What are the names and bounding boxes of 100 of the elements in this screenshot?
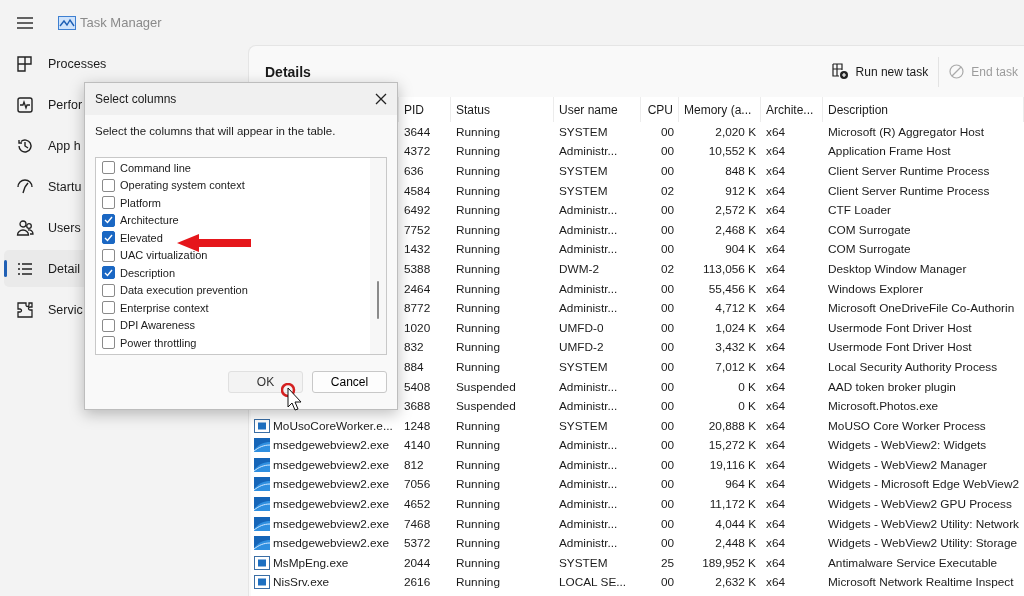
- table-cell-text: 7,012 K: [714, 359, 757, 374]
- table-cell-text: Administr...: [558, 399, 619, 414]
- table-cell-text: SYSTEM: [558, 183, 609, 198]
- table-cell-text: 7056: [403, 477, 432, 492]
- table-cell-text: LOCAL SE...: [558, 575, 628, 590]
- table-cell: msedgewebview2.exe: [273, 477, 390, 492]
- table-cell-text: x64: [765, 438, 787, 453]
- table-cell-text: 7752: [403, 222, 432, 237]
- table-cell-text: Administr...: [558, 301, 619, 316]
- table-cell-text: 00: [659, 340, 675, 355]
- table-cell-text: x64: [765, 222, 787, 237]
- table-cell-text: x64: [765, 497, 787, 512]
- table-cell-text: Running: [455, 164, 501, 178]
- table-cell-text: x64: [765, 203, 787, 218]
- table-cell: NisSrv.exe: [273, 575, 330, 590]
- table-cell-text: 636: [403, 164, 425, 178]
- table-cell-text: x64: [765, 301, 787, 316]
- table-cell-text: Microsoft (R) Aggregator Host: [827, 124, 986, 139]
- table-cell-text: 189,952 K: [701, 555, 757, 570]
- table-cell-text: SYSTEM: [558, 359, 609, 374]
- table-cell-text: Microsoft OneDriveFile Co-Authorin: [827, 301, 1016, 316]
- table-cell: msedgewebview2.exe: [273, 438, 390, 453]
- table-cell-text: 2,448 K: [714, 536, 757, 551]
- table-cell-text: 904 K: [724, 242, 757, 257]
- table-cell-text: Running: [455, 457, 501, 472]
- table-cell-text: 00: [659, 379, 675, 394]
- table-cell-text: x64: [765, 261, 787, 276]
- table-cell-text: 1248: [403, 418, 432, 433]
- table-cell: msedgewebview2.exe: [273, 536, 390, 551]
- table-cell-text: 00: [659, 164, 675, 178]
- table-cell-text: Administr...: [558, 536, 619, 551]
- dialog-title: Select columns: [95, 92, 177, 106]
- table-cell-text: 55,456 K: [707, 281, 757, 296]
- table-cell-text: Widgets - WebView2 Utility: Storage: [827, 536, 1019, 551]
- table-cell-text: 2,020 K: [714, 124, 757, 139]
- table-cell-text: x64: [765, 399, 787, 414]
- table-cell-text: Usermode Font Driver Host: [827, 340, 973, 355]
- table-cell-text: 00: [659, 457, 675, 472]
- table-cell-text: 20,888 K: [707, 418, 757, 433]
- table-cell-text: 2044: [403, 555, 432, 570]
- table-cell-text: Widgets - WebView2 Utility: Network: [827, 516, 1020, 531]
- table-cell-text: x64: [765, 164, 787, 178]
- table-cell-text: Suspended: [455, 379, 517, 394]
- page-title: Details: [265, 63, 311, 80]
- table-cell-text: 5408: [403, 379, 432, 394]
- table-cell-text: 00: [659, 359, 675, 374]
- table-cell-text: SYSTEM: [558, 124, 609, 139]
- dialog-prompt: Select the columns that will appear in the table.: [95, 125, 337, 137]
- table-cell-text: 00: [659, 124, 675, 139]
- table-cell-text: Administr...: [558, 203, 619, 218]
- table-cell-text: Widgets - Microsoft Edge WebView2: [827, 477, 1020, 492]
- table-cell-text: 0 K: [737, 379, 757, 394]
- table-cell-text: 00: [659, 516, 675, 531]
- table-cell-text: 1020: [403, 320, 432, 335]
- table-cell-text: x64: [765, 516, 787, 531]
- table-cell-text: x64: [765, 536, 787, 551]
- table-cell-text: 2,572 K: [714, 203, 757, 218]
- table-cell-text: Antimalware Service Executable: [827, 555, 999, 570]
- table-cell-text: 11,172 K: [708, 497, 757, 512]
- table-cell-text: Running: [455, 242, 501, 257]
- table-cell-text: 00: [659, 281, 675, 296]
- table-cell-text: x64: [765, 379, 787, 394]
- table-cell-text: 00: [659, 222, 675, 237]
- table-cell: msedgewebview2.exe: [273, 457, 390, 472]
- table-cell-text: 00: [659, 536, 675, 551]
- table-cell-text: Running: [455, 477, 501, 492]
- table-cell-text: 5388: [403, 261, 432, 276]
- table-cell-text: Running: [455, 144, 501, 159]
- table-cell-text: 2464: [403, 281, 432, 296]
- table-cell: msedgewebview2.exe: [273, 516, 390, 531]
- table-cell-text: 848 K: [724, 164, 757, 178]
- table-cell-text: 3644: [403, 124, 432, 139]
- table-cell-text: 00: [659, 320, 675, 335]
- table-cell-text: x64: [765, 144, 787, 159]
- table-cell-text: 00: [659, 301, 675, 316]
- table-cell-text: Suspended: [455, 399, 517, 414]
- table-cell-text: Running: [455, 301, 501, 316]
- table-cell-text: 2,468 K: [714, 222, 757, 237]
- table-cell-text: 00: [659, 575, 675, 590]
- table-cell-text: x64: [765, 340, 787, 355]
- table-cell-text: Running: [455, 203, 501, 218]
- table-cell-text: COM Surrogate: [827, 222, 912, 237]
- table-cell-text: 7468: [403, 516, 432, 531]
- table-cell-text: Local Security Authority Process: [827, 359, 999, 374]
- table-cell: MsMpEng.exe: [273, 555, 349, 570]
- table-cell-text: Running: [455, 418, 501, 433]
- table-cell-text: Running: [455, 222, 501, 237]
- table-cell-text: x64: [765, 555, 787, 570]
- table-cell-text: x64: [765, 575, 787, 590]
- table-cell-text: Administr...: [558, 222, 619, 237]
- table-cell-text: 6492: [403, 203, 432, 218]
- table-cell-text: CTF Loader: [827, 203, 892, 218]
- table-cell-text: 884: [403, 359, 425, 374]
- table-cell-text: SYSTEM: [558, 555, 609, 570]
- table-cell-text: Administr...: [558, 144, 619, 159]
- table-cell-text: Desktop Window Manager: [827, 261, 968, 276]
- table-cell-text: x64: [765, 457, 787, 472]
- table-cell-text: Administr...: [558, 497, 619, 512]
- table-cell-text: 02: [659, 183, 675, 198]
- table-cell-text: Running: [455, 555, 501, 570]
